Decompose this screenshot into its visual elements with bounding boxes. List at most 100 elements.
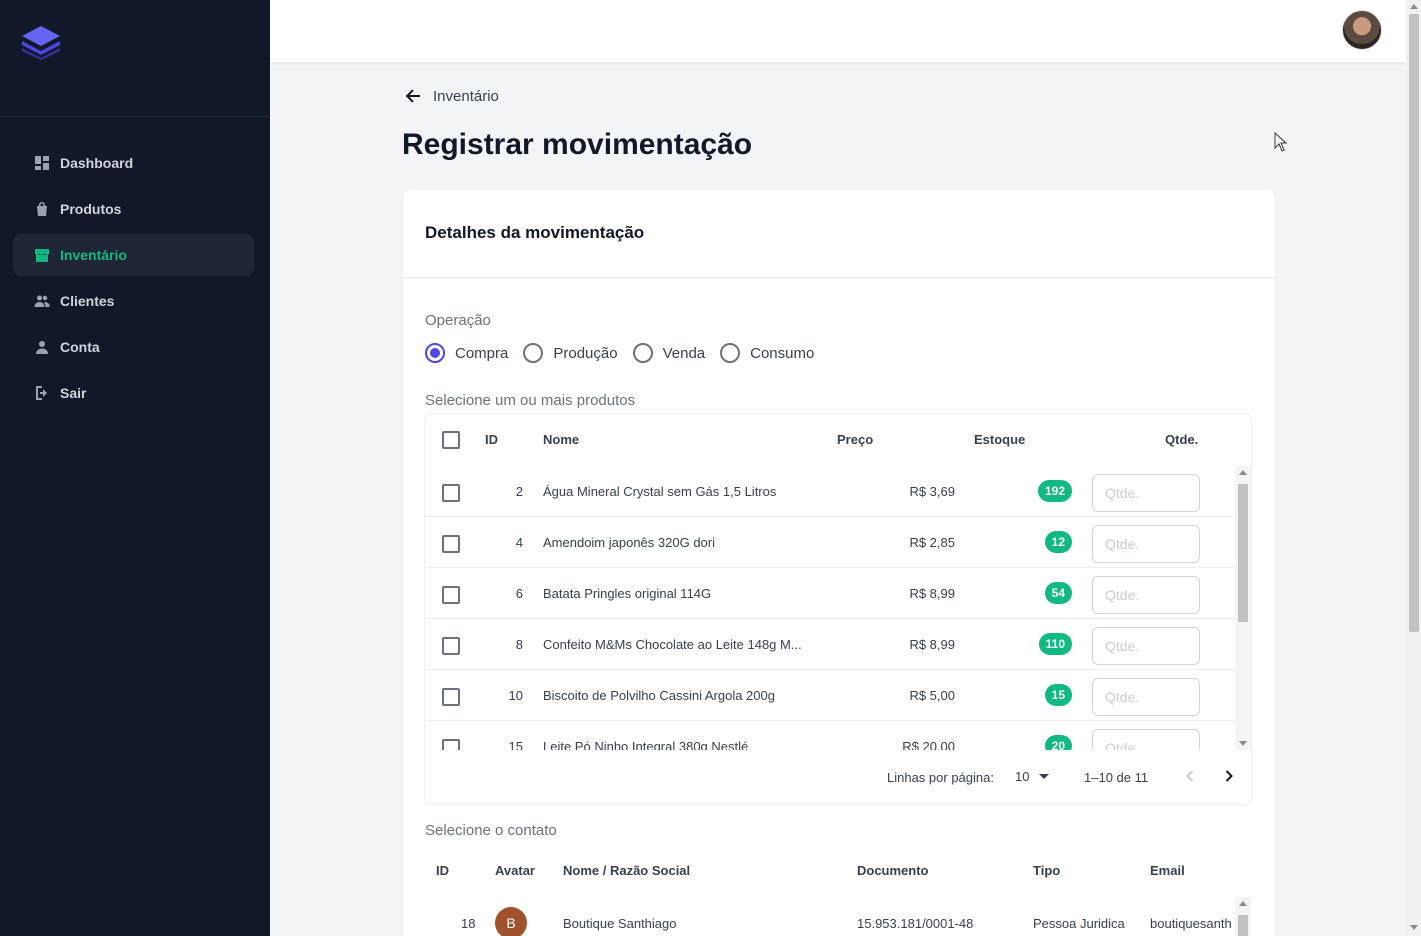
scroll-thumb[interactable] xyxy=(1238,484,1248,622)
avatar: B xyxy=(495,907,527,936)
row-checkbox[interactable] xyxy=(442,688,460,706)
radio-checked-icon xyxy=(425,343,445,363)
contacts-table-header: ID Avatar Nome / Razão Social Documento … xyxy=(425,845,1251,897)
sidebar-item-dashboard[interactable]: Dashboard xyxy=(13,142,254,184)
scroll-down-arrow-icon[interactable] xyxy=(1410,925,1418,930)
sidebar-item-clientes[interactable]: Clientes xyxy=(13,280,254,322)
col-nome: Nome xyxy=(543,432,580,447)
row-checkbox[interactable] xyxy=(442,637,460,655)
select-all-checkbox[interactable] xyxy=(442,431,460,449)
logout-icon xyxy=(34,385,50,401)
qty-input[interactable] xyxy=(1092,729,1200,750)
cell-price: R$ 2,85 xyxy=(909,535,955,550)
qty-input[interactable] xyxy=(1092,678,1200,716)
next-page-icon[interactable] xyxy=(1219,766,1239,786)
radio-producao[interactable]: Produção xyxy=(523,343,618,363)
table-row[interactable]: 6 Batata Pringles original 114G R$ 8,99 … xyxy=(425,568,1235,619)
cell-id: 10 xyxy=(508,688,523,703)
page-scrollbar[interactable] xyxy=(1406,0,1421,936)
sidebar-item-inventario[interactable]: Inventário xyxy=(13,234,254,276)
stock-badge: 54 xyxy=(1044,582,1072,604)
sidebar-item-conta[interactable]: Conta xyxy=(13,326,254,368)
table-row[interactable]: 15 Leite Pó Ninho Integral 380g Nestlé R… xyxy=(425,721,1235,750)
cell-name: Água Mineral Crystal sem Gás 1,5 Litros xyxy=(543,484,777,499)
col-nome-razao: Nome / Razão Social xyxy=(563,863,691,878)
bag-icon xyxy=(34,201,50,217)
col-qtde: Qtde. xyxy=(1165,432,1199,447)
cell-name: Leite Pó Ninho Integral 380g Nestlé xyxy=(543,739,749,750)
person-icon xyxy=(34,339,50,355)
sidebar-item-label: Clientes xyxy=(60,293,115,309)
products-section-label: Selecione um ou mais produtos xyxy=(425,392,636,409)
radio-venda[interactable]: Venda xyxy=(632,343,705,363)
dashboard-icon xyxy=(34,155,50,171)
page-range: 1–10 de 11 xyxy=(1084,770,1149,785)
stock-badge: 110 xyxy=(1038,633,1072,655)
radio-unchecked-icon xyxy=(632,343,653,363)
cell-name: Batata Pringles original 114G xyxy=(543,586,712,601)
back-link[interactable]: Inventário xyxy=(403,86,499,106)
col-preco: Preço xyxy=(837,432,874,447)
stock-badge: 15 xyxy=(1044,684,1072,706)
sidebar: Dashboard Produtos Inventário Clientes C… xyxy=(0,0,270,936)
page-title: Registrar movimentação xyxy=(402,128,753,161)
movement-details-card: Detalhes da movimentação Operação Compra… xyxy=(403,190,1275,936)
mouse-cursor-icon xyxy=(1274,132,1288,152)
radio-compra[interactable]: Compra xyxy=(425,343,508,363)
cell-id: 4 xyxy=(515,535,523,550)
cell-id: 6 xyxy=(515,586,523,601)
products-table-header: ID Nome Preço Estoque Qtde. xyxy=(425,414,1251,466)
logo-icon[interactable] xyxy=(20,24,62,60)
sidebar-item-label: Sair xyxy=(60,385,87,401)
radio-label: Compra xyxy=(455,344,509,362)
rows-per-page-select[interactable]: 10 xyxy=(1015,769,1050,784)
table-row[interactable]: 2 Água Mineral Crystal sem Gás 1,5 Litro… xyxy=(425,466,1235,517)
table-row[interactable]: 4 Amendoim japonês 320G dori R$ 2,85 12 xyxy=(425,517,1235,568)
products-table-scrollbar[interactable] xyxy=(1235,466,1251,750)
row-checkbox[interactable] xyxy=(442,739,460,750)
qty-input[interactable] xyxy=(1092,525,1200,563)
sidebar-item-label: Inventário xyxy=(60,247,127,263)
qty-input[interactable] xyxy=(1092,627,1200,665)
row-checkbox[interactable] xyxy=(442,535,460,553)
scroll-thumb[interactable] xyxy=(1238,915,1248,936)
rows-per-page-value: 10 xyxy=(1015,769,1030,784)
contact-section-label: Selecione o contato xyxy=(425,822,557,839)
qty-input[interactable] xyxy=(1092,576,1200,614)
logo-area xyxy=(0,0,270,117)
row-checkbox[interactable] xyxy=(442,586,460,604)
cell-price: R$ 3,69 xyxy=(909,484,955,499)
col-documento: Documento xyxy=(857,863,929,878)
col-estoque: Estoque xyxy=(974,432,1026,447)
scroll-up-arrow-icon[interactable] xyxy=(1239,901,1247,906)
table-row[interactable]: 18 B Boutique Santhiago 15.953.181/0001-… xyxy=(425,897,1251,936)
products-table: ID Nome Preço Estoque Qtde. 2 Água Miner… xyxy=(425,414,1251,804)
cell-price: R$ 8,99 xyxy=(909,586,955,601)
qty-input[interactable] xyxy=(1092,474,1200,512)
contacts-table-scrollbar[interactable] xyxy=(1235,897,1251,936)
cell-id: 18 xyxy=(461,916,476,931)
radio-label: Consumo xyxy=(750,344,815,362)
back-link-label: Inventário xyxy=(433,87,499,105)
sidebar-item-label: Dashboard xyxy=(60,155,134,171)
cell-id: 15 xyxy=(508,739,523,750)
scroll-up-arrow-icon[interactable] xyxy=(1410,4,1418,9)
sidebar-item-sair[interactable]: Sair xyxy=(13,372,254,414)
scroll-thumb[interactable] xyxy=(1409,14,1419,632)
table-row[interactable]: 10 Biscoito de Polvilho Cassini Argola 2… xyxy=(425,670,1235,721)
scroll-up-arrow-icon[interactable] xyxy=(1239,470,1247,475)
table-row[interactable]: 8 Confeito M&Ms Chocolate ao Leite 148g … xyxy=(425,619,1235,670)
row-checkbox[interactable] xyxy=(442,484,460,502)
operation-radio-group: Compra Produção Venda Consumo xyxy=(425,343,829,363)
arrow-left-icon xyxy=(405,89,420,103)
user-avatar[interactable] xyxy=(1342,10,1382,50)
radio-label: Produção xyxy=(553,344,618,362)
sidebar-item-label: Produtos xyxy=(60,201,122,217)
prev-page-icon[interactable] xyxy=(1180,766,1200,786)
scroll-down-arrow-icon[interactable] xyxy=(1239,741,1247,746)
cell-name: Biscoito de Polvilho Cassini Argola 200g xyxy=(543,688,775,703)
cell-name: Confeito M&Ms Chocolate ao Leite 148g M.… xyxy=(543,637,802,652)
sidebar-item-produtos[interactable]: Produtos xyxy=(13,188,254,230)
radio-consumo[interactable]: Consumo xyxy=(720,343,814,363)
cell-document: 15.953.181/0001-48 xyxy=(857,916,974,931)
